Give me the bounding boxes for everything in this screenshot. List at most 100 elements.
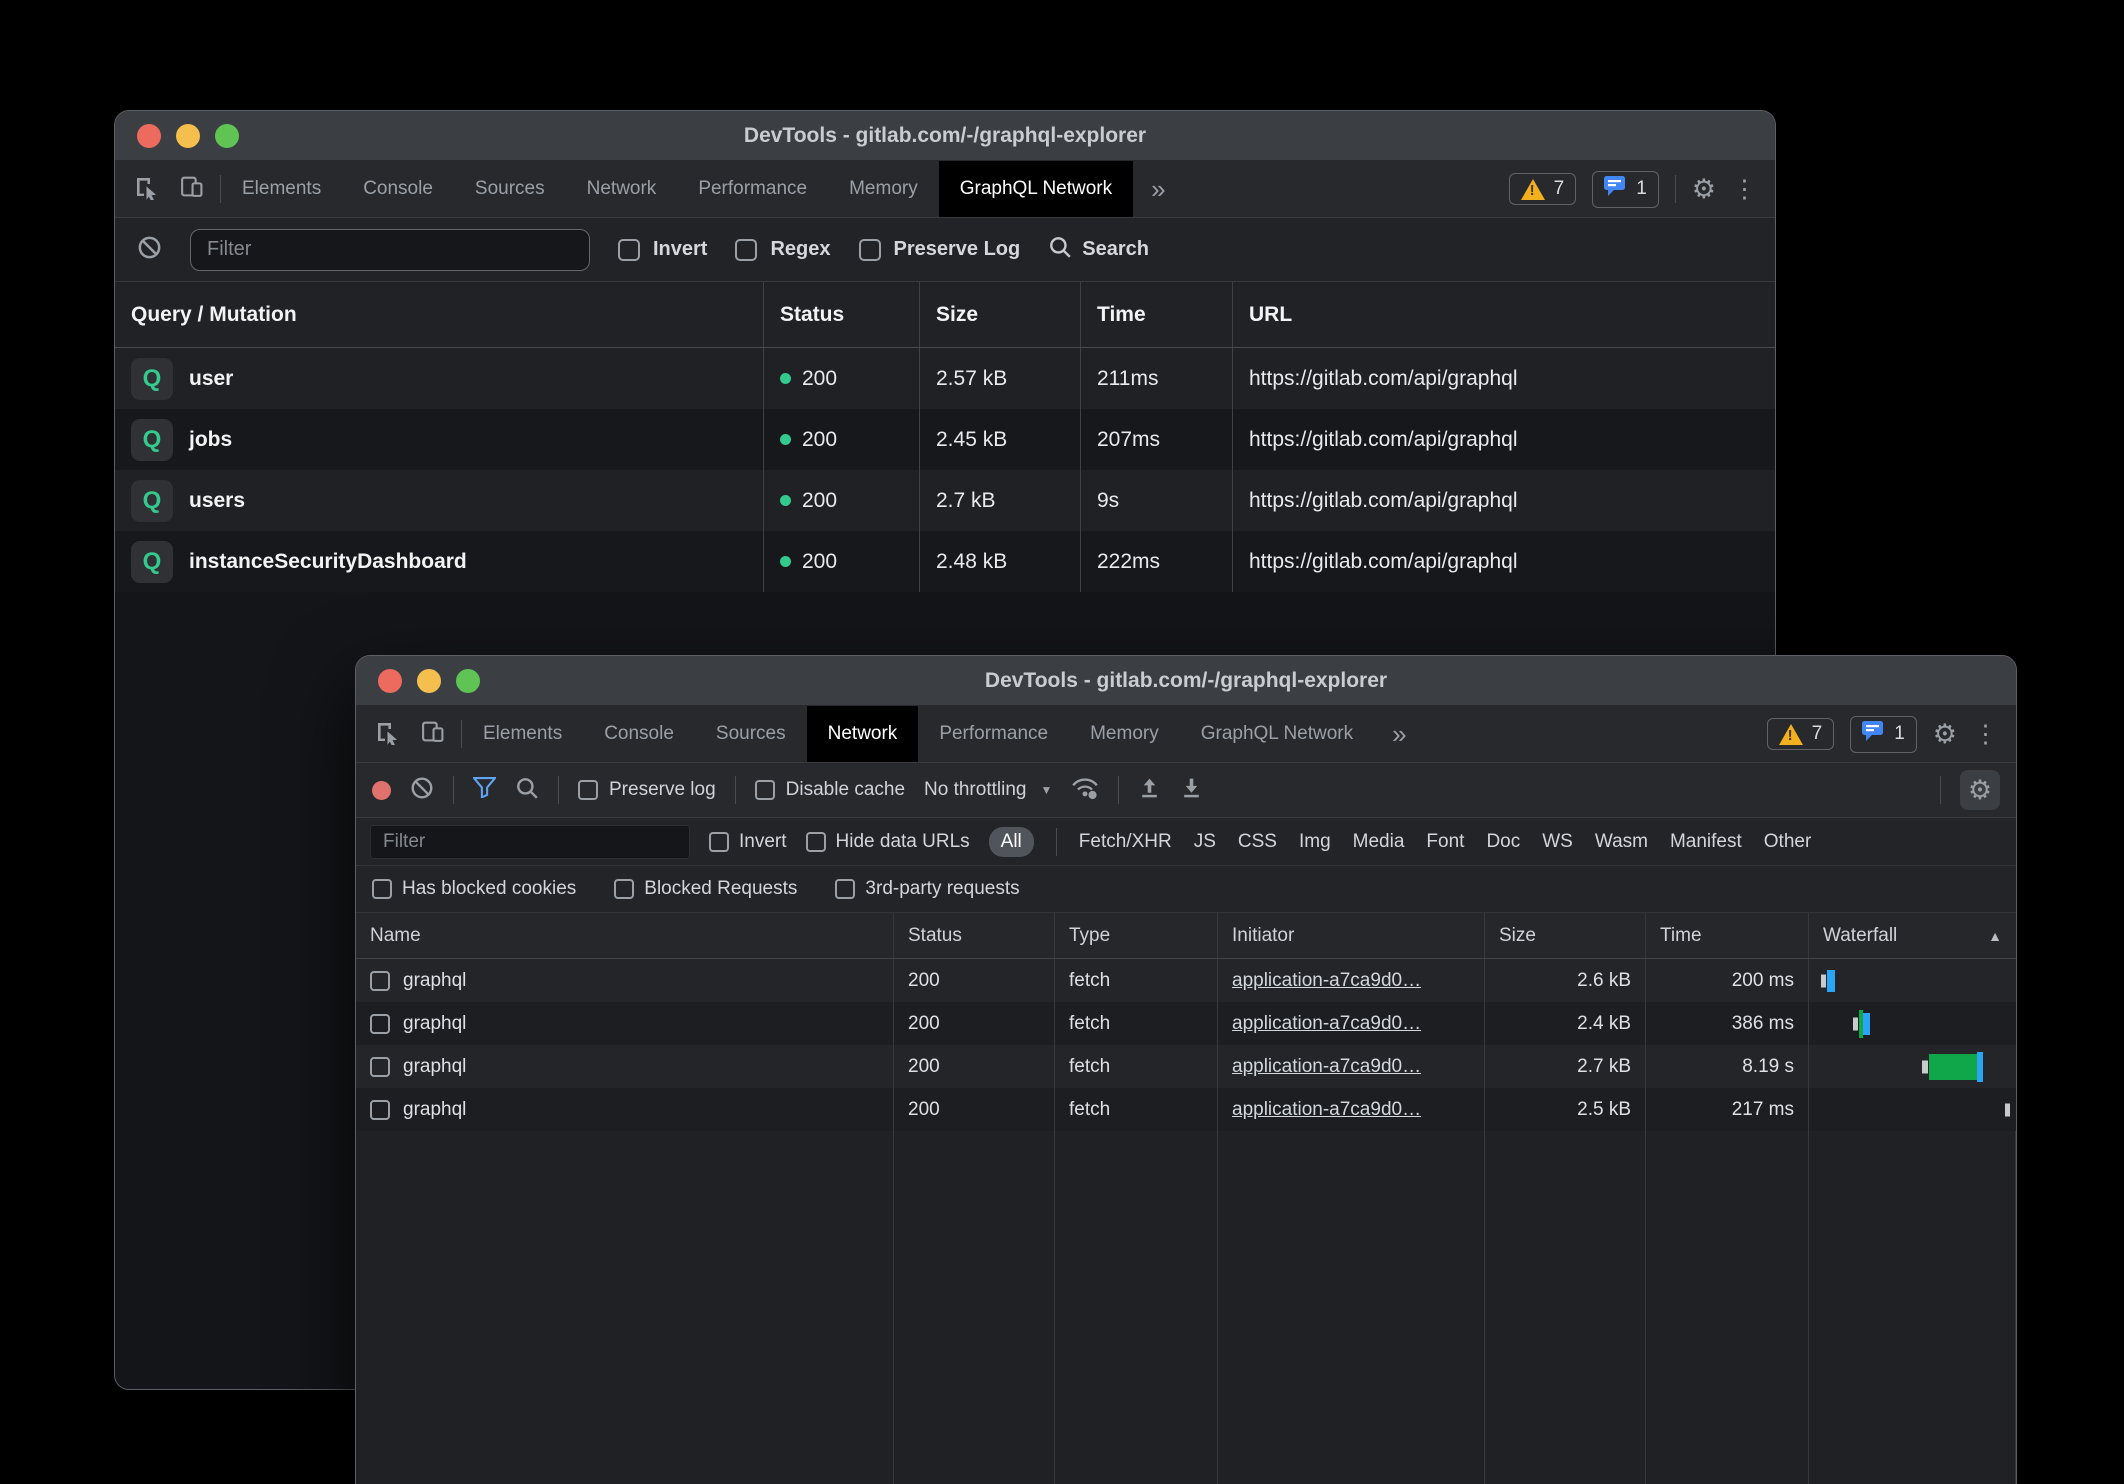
filter-chip-ws[interactable]: WS [1542,831,1573,853]
column-header-waterfall[interactable]: Waterfall ▲ [1809,913,2016,958]
close-button[interactable] [137,124,161,148]
third-party-requests-checkbox[interactable] [835,879,855,899]
record-button[interactable] [372,781,391,800]
network-settings-button[interactable]: ⚙ [1960,770,2000,810]
close-button[interactable] [378,669,402,693]
hide-data-urls-control[interactable]: Hide data URLs [806,831,970,853]
search-control[interactable]: Search [1048,235,1149,265]
preserve-log-checkbox-label[interactable]: Preserve Log [859,238,1021,261]
inspect-element-icon[interactable] [374,719,400,750]
filter-input[interactable] [190,229,590,271]
tab-sources[interactable]: Sources [454,161,566,217]
more-options-icon[interactable]: ⋮ [1732,177,1757,202]
filter-chip-fetch-xhr[interactable]: Fetch/XHR [1079,831,1172,853]
clear-icon[interactable] [137,235,162,265]
invert-control[interactable]: Invert [709,831,787,853]
preserve-log-checkbox[interactable] [578,780,598,800]
initiator-link[interactable]: application-a7ca9d0… [1232,970,1421,992]
more-tabs-icon[interactable]: » [1374,706,1424,762]
blocked-requests-checkbox[interactable] [614,879,634,899]
filter-funnel-icon[interactable] [473,777,496,803]
has-blocked-cookies-control[interactable]: Has blocked cookies [372,878,576,900]
initiator-link[interactable]: application-a7ca9d0… [1232,1056,1421,1078]
tab-memory[interactable]: Memory [1069,706,1180,762]
filter-chip-img[interactable]: Img [1299,831,1331,853]
inspect-element-icon[interactable] [133,174,159,205]
filter-chip-js[interactable]: JS [1194,831,1216,853]
settings-gear-icon[interactable]: ⚙ [1933,721,1957,748]
table-row[interactable]: graphql 200 fetch application-a7ca9d0… 2… [356,1002,2016,1045]
warnings-badge[interactable]: ! 7 [1509,173,1577,205]
hide-data-urls-checkbox[interactable] [806,832,826,852]
table-row[interactable]: graphql 200 fetch application-a7ca9d0… 2… [356,959,2016,1002]
warnings-badge[interactable]: ! 7 [1767,718,1835,750]
column-header-status[interactable]: Status [764,282,920,347]
regex-checkbox[interactable] [735,239,757,261]
more-options-icon[interactable]: ⋮ [1973,722,1998,747]
tab-console[interactable]: Console [342,161,454,217]
row-checkbox[interactable] [370,1057,390,1077]
invert-checkbox[interactable] [709,832,729,852]
network-filter-input[interactable] [370,825,690,859]
row-checkbox[interactable] [370,971,390,991]
has-blocked-cookies-checkbox[interactable] [372,879,392,899]
filter-chip-css[interactable]: CSS [1238,831,1277,853]
tab-console[interactable]: Console [583,706,695,762]
preserve-log-checkbox[interactable] [859,239,881,261]
tab-memory[interactable]: Memory [828,161,939,217]
preserve-log-control[interactable]: Preserve log [578,779,716,801]
issues-badge[interactable]: 1 [1850,716,1917,753]
table-row[interactable]: Quser 200 2.57 kB 211ms https://gitlab.c… [115,348,1775,409]
table-row[interactable]: graphql 200 fetch application-a7ca9d0… 2… [356,1045,2016,1088]
tab-elements[interactable]: Elements [462,706,583,762]
filter-chip-manifest[interactable]: Manifest [1670,831,1742,853]
tab-performance[interactable]: Performance [918,706,1069,762]
filter-chip-font[interactable]: Font [1426,831,1464,853]
export-har-icon[interactable] [1180,776,1203,804]
minimize-button[interactable] [417,669,441,693]
import-har-icon[interactable] [1138,776,1161,804]
search-icon[interactable] [515,776,539,805]
zoom-button[interactable] [215,124,239,148]
table-row[interactable]: QinstanceSecurityDashboard 200 2.48 kB 2… [115,531,1775,592]
disable-cache-control[interactable]: Disable cache [755,779,905,801]
tab-elements[interactable]: Elements [221,161,342,217]
tab-sources[interactable]: Sources [695,706,807,762]
column-header-time[interactable]: Time [1081,282,1233,347]
device-toolbar-icon[interactable] [420,719,445,749]
table-row[interactable]: Qusers 200 2.7 kB 9s https://gitlab.com/… [115,470,1775,531]
column-header-size[interactable]: Size [1485,913,1646,958]
tab-network[interactable]: Network [807,706,919,762]
zoom-button[interactable] [456,669,480,693]
column-header-url[interactable]: URL [1233,282,1775,347]
column-header-name[interactable]: Name [356,913,894,958]
table-row[interactable]: Qjobs 200 2.45 kB 207ms https://gitlab.c… [115,409,1775,470]
settings-gear-icon[interactable]: ⚙ [1692,176,1716,203]
tab-graphql-network[interactable]: GraphQL Network [939,161,1133,217]
blocked-requests-control[interactable]: Blocked Requests [614,878,797,900]
minimize-button[interactable] [176,124,200,148]
invert-checkbox-label[interactable]: Invert [618,238,707,261]
initiator-link[interactable]: application-a7ca9d0… [1232,1013,1421,1035]
column-header-type[interactable]: Type [1055,913,1218,958]
network-conditions-icon[interactable] [1071,776,1099,805]
row-checkbox[interactable] [370,1014,390,1034]
row-checkbox[interactable] [370,1100,390,1120]
tab-performance[interactable]: Performance [677,161,828,217]
clear-icon[interactable] [410,776,434,805]
titlebar[interactable]: DevTools - gitlab.com/-/graphql-explorer [115,111,1775,161]
initiator-link[interactable]: application-a7ca9d0… [1232,1099,1421,1121]
third-party-requests-control[interactable]: 3rd-party requests [835,878,1019,900]
issues-badge[interactable]: 1 [1592,171,1659,208]
filter-chip-doc[interactable]: Doc [1486,831,1520,853]
tab-graphql-network[interactable]: GraphQL Network [1180,706,1374,762]
column-header-size[interactable]: Size [920,282,1081,347]
titlebar[interactable]: DevTools - gitlab.com/-/graphql-explorer [356,656,2016,706]
filter-chip-other[interactable]: Other [1764,831,1812,853]
throttling-dropdown[interactable]: No throttling ▼ [924,779,1052,801]
tab-network[interactable]: Network [566,161,678,217]
column-header-initiator[interactable]: Initiator [1218,913,1485,958]
invert-checkbox[interactable] [618,239,640,261]
column-header-query-mutation[interactable]: Query / Mutation [115,282,764,347]
column-header-time[interactable]: Time [1646,913,1809,958]
